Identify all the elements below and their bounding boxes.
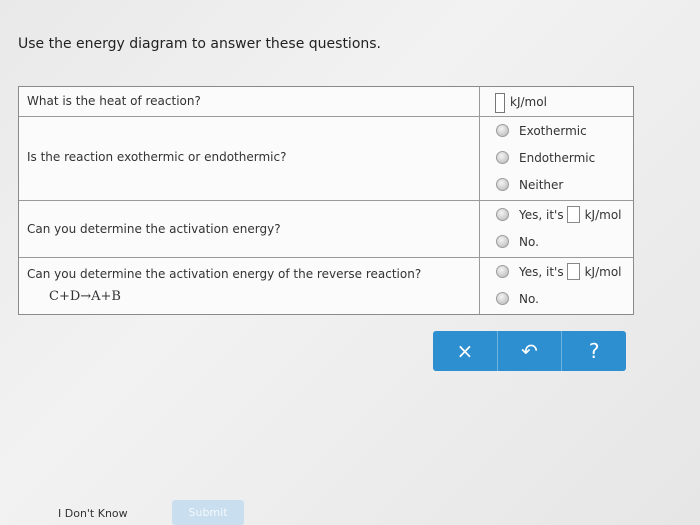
instruction-text: Use the energy diagram to answer these q…: [18, 36, 382, 52]
radio-endothermic[interactable]: [496, 151, 509, 164]
help-icon: ?: [588, 339, 600, 363]
option-activation-no[interactable]: No.: [480, 228, 633, 255]
activation-energy-input[interactable]: [566, 206, 580, 223]
question-row-reverse-activation: Can you determine the activation energy …: [19, 258, 633, 314]
option-reverse-no[interactable]: No.: [480, 285, 633, 312]
clear-button[interactable]: ×: [433, 331, 498, 371]
help-button[interactable]: ?: [562, 331, 626, 371]
radio-reverse-yes[interactable]: [496, 265, 509, 278]
heat-answer-input[interactable]: [495, 92, 505, 113]
reverse-activation-energy-input[interactable]: [566, 263, 580, 280]
radio-activation-no[interactable]: [496, 235, 509, 248]
radio-reverse-no[interactable]: [496, 292, 509, 305]
question-reverse-activation-text: Can you determine the activation energy …: [27, 267, 422, 281]
question-table: What is the heat of reaction? kJ/mol Is …: [18, 86, 634, 315]
reverse-reaction-equation: C+D→A+B: [49, 289, 121, 304]
question-row-activation: Can you determine the activation energy?…: [19, 201, 633, 258]
option-neither[interactable]: Neither: [480, 171, 633, 198]
option-endothermic[interactable]: Endothermic: [480, 144, 633, 171]
radio-activation-yes[interactable]: [496, 208, 509, 221]
answer-toolbar: × ↶ ?: [433, 331, 626, 371]
question-activation-text: Can you determine the activation energy?: [27, 222, 281, 236]
question-exo-endo-text: Is the reaction exothermic or endothermi…: [27, 150, 287, 164]
question-row-exo-endo: Is the reaction exothermic or endothermi…: [19, 117, 633, 201]
option-reverse-yes[interactable]: Yes, it's kJ/mol: [480, 258, 633, 285]
close-icon: ×: [456, 339, 474, 363]
undo-icon: ↶: [521, 339, 538, 363]
question-row-heat: What is the heat of reaction? kJ/mol: [19, 87, 633, 117]
heat-unit-label: kJ/mol: [510, 94, 547, 109]
dont-know-button[interactable]: I Don't Know: [58, 507, 128, 520]
radio-neither[interactable]: [496, 178, 509, 191]
option-activation-yes[interactable]: Yes, it's kJ/mol: [480, 201, 633, 228]
submit-button[interactable]: Submit: [172, 500, 244, 525]
option-exothermic[interactable]: Exothermic: [480, 117, 633, 144]
question-heat-text: What is the heat of reaction?: [27, 94, 201, 108]
radio-exothermic[interactable]: [496, 124, 509, 137]
undo-button[interactable]: ↶: [497, 331, 563, 371]
